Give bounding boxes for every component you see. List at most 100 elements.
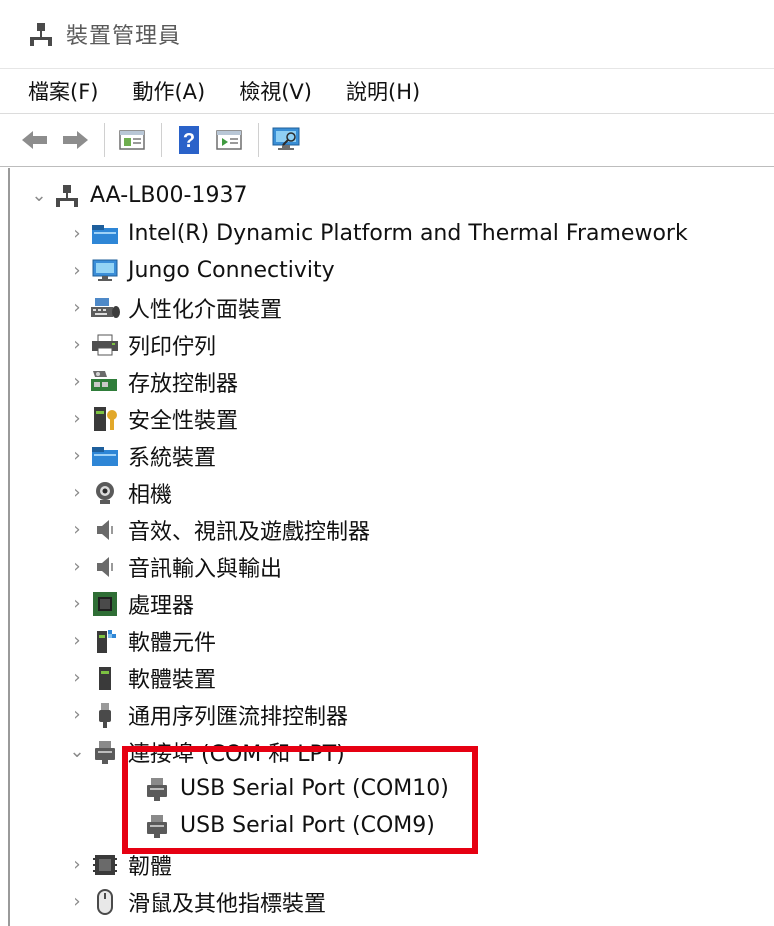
update-driver-icon [216,130,242,150]
chevron-right-icon[interactable]: › [66,667,88,688]
serial-port-icon [140,774,174,804]
chevron-right-icon[interactable]: › [66,891,88,912]
tree-item-label: 軟體元件 [128,630,217,656]
monitor-icon [88,256,122,286]
serial-port-icon [140,811,174,841]
tree-item-system-devices[interactable]: › 系統裝置 [66,437,216,474]
tree-item-label: 處理器 [128,593,195,619]
menu-action[interactable]: 動作(A) [132,76,205,106]
tree-item-software-components[interactable]: › 軟體元件 [66,622,216,659]
chevron-right-icon[interactable]: › [66,371,88,392]
tree-item-label: 相機 [128,482,173,508]
tree-item-label: USB Serial Port (COM10) [180,776,449,801]
tree-root[interactable]: ⌄ AA-LB00-1937 [28,177,247,214]
tree-item-storage-controllers[interactable]: › 存放控制器 [66,363,238,400]
update-driver-button[interactable] [212,123,246,157]
usb-connector-icon [88,700,122,730]
chevron-right-icon[interactable]: › [66,445,88,466]
tree-item-firmware[interactable]: › 韌體 [66,846,172,883]
chevron-down-icon[interactable]: ⌄ [66,741,88,762]
tree-item-label: 滑鼠及其他指標裝置 [128,891,327,917]
tree-item-usb-serial-com9[interactable]: USB Serial Port (COM9) [140,807,435,844]
tree-item-label: 連接埠 (COM 和 LPT) [128,741,345,767]
menu-file[interactable]: 檔案(F) [28,76,98,106]
tree-item-mice-pointing[interactable]: › 滑鼠及其他指標裝置 [66,883,326,920]
system-device-folder-icon [88,219,122,249]
toolbar-separator [104,123,105,157]
tree-item-usb-controllers[interactable]: › 通用序列匯流排控制器 [66,696,348,733]
chevron-right-icon[interactable]: › [66,519,88,540]
chevron-right-icon[interactable]: › [66,482,88,503]
tree-item-hid[interactable]: › 人性化介面裝置 [66,289,282,326]
chevron-right-icon[interactable]: › [66,334,88,355]
properties-button[interactable] [115,123,149,157]
chevron-right-icon[interactable]: › [66,556,88,577]
menu-help[interactable]: 說明(H) [346,76,420,106]
device-tree: ⌄ AA-LB00-1937 › Intel(R) Dynamic Platfo… [8,168,774,926]
tree-item-label: 存放控制器 [128,371,239,397]
port-connector-icon [88,737,122,767]
mouse-icon [88,887,122,917]
storage-controller-icon [88,367,122,397]
help-icon: ? [179,126,199,154]
tree-item-label: 韌體 [128,854,173,880]
tree-item-software-devices[interactable]: › 軟體裝置 [66,659,216,696]
chevron-right-icon[interactable]: › [66,297,88,318]
tree-item-intel-dptf[interactable]: › Intel(R) Dynamic Platform and Thermal … [66,215,688,252]
tree-item-security-devices[interactable]: › 安全性裝置 [66,400,238,437]
tree-item-usb-serial-com10[interactable]: USB Serial Port (COM10) [140,770,449,807]
chevron-right-icon[interactable]: › [66,630,88,651]
scan-hardware-button[interactable] [269,123,303,157]
chevron-right-icon[interactable]: › [66,408,88,429]
tree-item-print-queue[interactable]: › 列印佇列 [66,326,216,363]
tree-item-label: 軟體裝置 [128,667,217,693]
security-key-icon [88,404,122,434]
chevron-right-icon[interactable]: › [66,704,88,725]
title-bar: 裝置管理員 [0,0,774,68]
toolbar: ? [0,113,774,167]
svg-text:?: ? [183,130,195,152]
speaker-icon [88,552,122,582]
menu-view[interactable]: 檢視(V) [239,76,312,106]
speaker-icon [88,515,122,545]
toolbar-separator [161,123,162,157]
tree-item-label: 安全性裝置 [128,408,239,434]
back-icon [22,131,47,149]
forward-icon [63,131,88,149]
tree-item-ports-com-lpt[interactable]: ⌄ 連接埠 (COM 和 LPT) [66,733,345,770]
toolbar-separator [258,123,259,157]
computer-icon [50,181,84,211]
tree-item-jungo[interactable]: › Jungo Connectivity [66,252,335,289]
tree-item-audio-io[interactable]: › 音訊輸入與輸出 [66,548,282,585]
back-button[interactable] [18,123,52,157]
chevron-right-icon[interactable]: › [66,854,88,875]
chevron-right-icon[interactable]: › [66,223,88,244]
tree-item-label: 系統裝置 [128,445,217,471]
device-manager-icon [30,23,52,46]
tree-item-label: 音訊輸入與輸出 [128,556,283,582]
camera-icon [88,478,122,508]
tree-item-camera[interactable]: › 相機 [66,474,172,511]
chevron-right-icon[interactable]: › [66,260,88,281]
keyboard-mouse-icon [88,293,122,323]
tree-item-sound-video-game[interactable]: › 音效、視訊及遊戲控制器 [66,511,370,548]
tree-item-label: Jungo Connectivity [128,258,335,283]
tree-item-processors[interactable]: › 處理器 [66,585,194,622]
chevron-right-icon[interactable]: › [66,593,88,614]
tree-item-label: Intel(R) Dynamic Platform and Thermal Fr… [128,221,688,246]
tree-item-label: 列印佇列 [128,334,217,360]
firmware-icon [88,850,122,880]
tree-item-label: 人性化介面裝置 [128,297,283,323]
menu-bar: 檔案(F) 動作(A) 檢視(V) 說明(H) [0,68,774,112]
chevron-down-icon[interactable]: ⌄ [28,185,50,206]
tree-item-label: 音效、視訊及遊戲控制器 [128,519,371,545]
system-device-folder-icon [88,441,122,471]
scan-hardware-icon [272,127,300,150]
forward-button[interactable] [58,123,92,157]
tree-item-label: USB Serial Port (COM9) [180,813,435,838]
tree-root-label: AA-LB00-1937 [90,183,248,208]
help-button[interactable]: ? [172,123,206,157]
processor-icon [88,589,122,619]
software-device-icon [88,663,122,693]
properties-icon [119,130,145,150]
